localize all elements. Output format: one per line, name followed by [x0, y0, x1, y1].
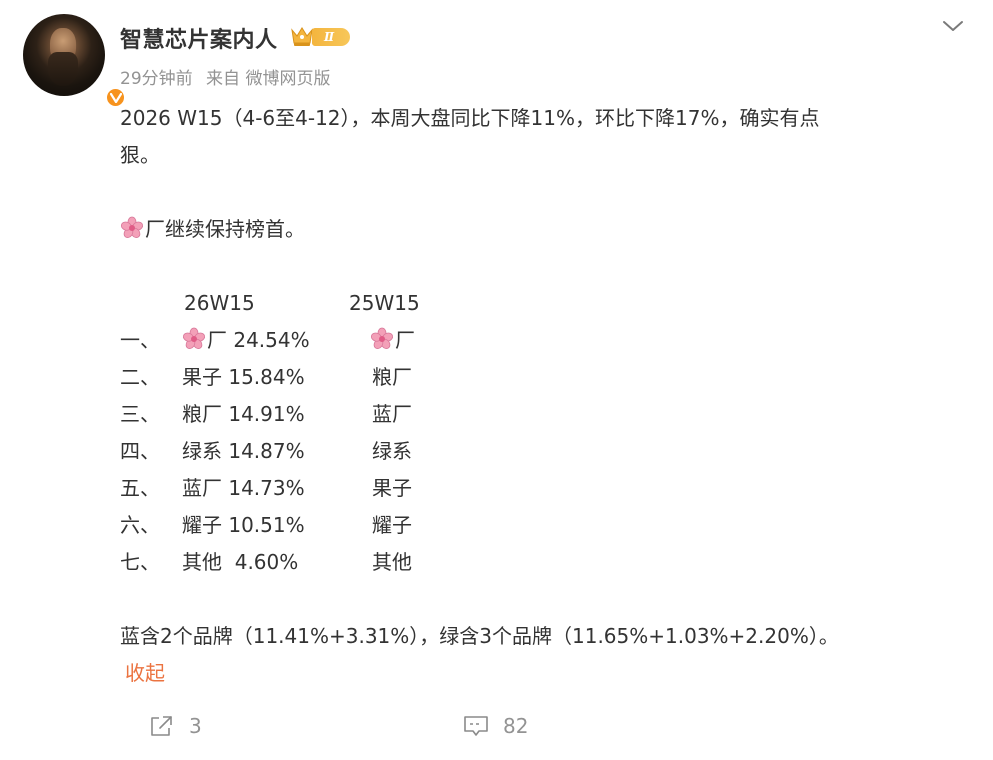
rank-previous: 蓝厂 — [372, 402, 412, 426]
collapse-row: 收起 — [120, 655, 950, 692]
rank-number: 七、 — [120, 550, 160, 574]
rank-previous: 果子 — [372, 476, 412, 500]
post-footnote: 蓝含2个品牌（11.41%+3.31%），绿含3个品牌（11.65%+1.03%… — [120, 624, 839, 648]
repost-button[interactable]: 3 — [149, 714, 202, 738]
rank-previous: 粮厂 — [372, 365, 412, 389]
ranking-row: 三、 粮厂 14.91% 蓝厂 — [120, 396, 950, 433]
rank-number: 三、 — [120, 402, 160, 426]
post-body: 2026 W15（4-6至4-12），本周大盘同比下降11%，环比下降17%，确… — [120, 100, 950, 692]
post-source: 来自 微博网页版 — [206, 69, 331, 89]
collapse-link[interactable]: 收起 — [125, 661, 165, 685]
comment-icon — [464, 716, 488, 736]
avatar[interactable] — [23, 14, 126, 108]
header-current-week: 26W15 — [184, 291, 255, 315]
chevron-down-icon[interactable] — [940, 16, 966, 36]
ranking-row: 四、 绿系 14.87% 绿系 — [120, 433, 950, 470]
post-intro-line1: 2026 W15（4-6至4-12），本周大盘同比下降11%，环比下降17%，确… — [120, 106, 820, 130]
post-time[interactable]: 29分钟前 — [120, 69, 193, 89]
rank-previous: 绿系 — [372, 439, 412, 463]
username[interactable]: 智慧芯片案内人 — [120, 22, 278, 54]
ranking-table: 26W15 25W15 一、 厂 24.54% 厂 二、 果子 15.84% 粮… — [120, 285, 950, 581]
sakura-flower-icon — [182, 327, 206, 349]
rank-current: 其他 4.60% — [182, 550, 299, 574]
crown-icon — [291, 27, 313, 46]
rank-current: 厂 24.54% — [182, 322, 346, 359]
rank-current: 果子 15.84% — [182, 365, 305, 389]
ranking-row: 七、 其他 4.60% 其他 — [120, 544, 950, 581]
rank-previous-text: 厂 — [395, 328, 415, 352]
share-icon — [151, 716, 172, 736]
rank-number: 二、 — [120, 365, 160, 389]
level-badge[interactable]: Ⅱ — [312, 28, 350, 46]
repost-count: 3 — [189, 714, 202, 738]
post-lead-text: 厂继续保持榜首。 — [145, 217, 305, 241]
rank-current: 粮厂 14.91% — [182, 402, 305, 426]
ranking-row: 二、 果子 15.84% 粮厂 — [120, 359, 950, 396]
rank-current-text: 厂 24.54% — [207, 328, 310, 352]
rank-number: 四、 — [120, 439, 160, 463]
rank-number: 六、 — [120, 513, 160, 537]
comment-button[interactable]: 82 — [463, 714, 528, 738]
rank-previous: 其他 — [372, 550, 412, 574]
sakura-flower-icon — [370, 327, 394, 349]
avatar-beard — [48, 52, 78, 86]
rank-number: 五、 — [120, 476, 160, 500]
post-intro-line2: 狠。 — [120, 143, 160, 167]
rank-current: 耀子 10.51% — [182, 513, 305, 537]
ranking-row: 一、 厂 24.54% 厂 — [120, 322, 950, 359]
rank-number: 一、 — [120, 328, 160, 352]
rank-current: 蓝厂 14.73% — [182, 476, 305, 500]
rank-previous: 厂 — [370, 322, 415, 359]
header-previous-week: 25W15 — [349, 291, 420, 315]
sakura-flower-icon — [120, 216, 144, 238]
ranking-row: 五、 蓝厂 14.73% 果子 — [120, 470, 950, 507]
post-meta: 29分钟前 来自 微博网页版 — [120, 64, 330, 89]
ranking-header: 26W15 25W15 — [120, 285, 950, 322]
comment-count: 82 — [503, 714, 529, 738]
rank-current: 绿系 14.87% — [182, 439, 305, 463]
ranking-row: 六、 耀子 10.51% 耀子 — [120, 507, 950, 544]
post-lead: 厂继续保持榜首。 — [120, 211, 950, 248]
rank-previous: 耀子 — [372, 513, 412, 537]
